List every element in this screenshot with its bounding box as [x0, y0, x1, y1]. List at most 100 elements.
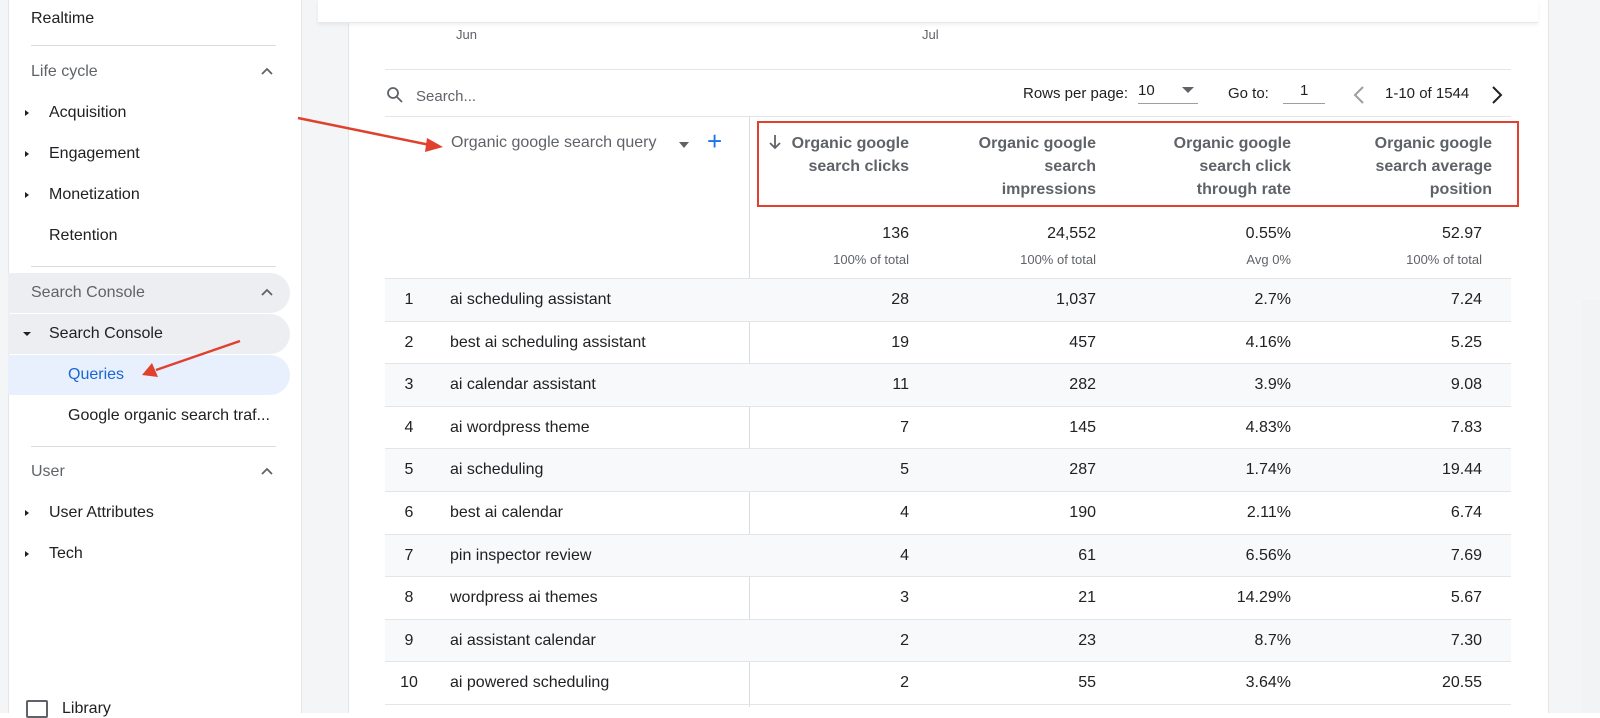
sidebar-divider — [31, 45, 276, 46]
query-cell: ai scheduling — [450, 461, 544, 479]
clicks-cell: 28 — [891, 291, 909, 308]
row-index: 1 — [404, 291, 414, 308]
ctr-cell: 2.7% — [1254, 291, 1291, 308]
sidebar-item-user-attributes[interactable]: User Attributes — [8, 493, 290, 533]
table-row[interactable]: 3 ai calendar assistant 11 282 3.9% 9.08 — [385, 363, 1511, 407]
next-page-icon[interactable] — [1490, 84, 1504, 106]
sidebar-item-acquisition[interactable]: Acquisition — [8, 93, 290, 133]
total-impressions-sub: 100% of total — [1020, 252, 1096, 267]
sidebar-item-engagement[interactable]: Engagement — [8, 134, 290, 174]
total-impressions: 24,552 — [1047, 225, 1096, 242]
table-row[interactable]: 7 pin inspector review 4 61 6.56% 7.69 — [385, 533, 1511, 577]
impressions-cell: 1,037 — [1055, 291, 1096, 308]
ctr-cell: 6.56% — [1245, 546, 1291, 564]
query-cell: pin inspector review — [450, 546, 592, 564]
position-cell: 7.83 — [1450, 418, 1482, 436]
row-index: 8 — [404, 589, 414, 607]
goto-page-input[interactable]: 1 — [1283, 79, 1325, 104]
sidebar-item-label: User Attributes — [49, 504, 154, 521]
clicks-cell: 7 — [900, 418, 909, 436]
position-cell: 5.25 — [1450, 333, 1482, 351]
position-cell: 9.08 — [1450, 376, 1482, 394]
position-cell: 7.69 — [1450, 546, 1482, 564]
search-icon — [387, 87, 403, 103]
table-row[interactable]: 4 ai wordpress theme 7 145 4.83% 7.83 — [385, 405, 1511, 449]
ctr-cell: 3.9% — [1254, 376, 1291, 394]
header-divider — [385, 116, 1511, 117]
clicks-cell: 3 — [900, 589, 909, 607]
query-cell: wordpress ai themes — [450, 589, 598, 607]
expand-arrow-icon — [25, 510, 29, 516]
expand-arrow-icon — [25, 551, 29, 557]
sidebar-item-realtime[interactable]: Realtime — [31, 10, 94, 28]
table-row[interactable]: 1 ai scheduling assistant 28 1,037 2.7% 7.24 — [385, 278, 1511, 321]
sidebar-item-label: Engagement — [49, 145, 140, 162]
total-ctr-sub: Avg 0% — [1246, 252, 1291, 267]
row-index: 10 — [400, 674, 418, 692]
row-index: 6 — [404, 504, 414, 521]
dimension-header[interactable]: Organic google search query — [451, 134, 656, 152]
sidebar-item-google-organic-search-traffic[interactable]: Google organic search traf... — [8, 396, 290, 436]
sidebar-item-monetization[interactable]: Monetization — [8, 175, 290, 215]
table-row[interactable]: 8 wordpress ai themes 3 21 14.29% 5.67 — [385, 576, 1511, 619]
query-cell: best ai scheduling assistant — [450, 333, 646, 351]
query-cell: ai scheduling assistant — [450, 291, 611, 308]
add-dimension-button[interactable]: + — [707, 128, 722, 154]
sidebar-item-retention[interactable]: Retention — [8, 216, 290, 256]
ctr-cell: 1.74% — [1245, 461, 1291, 479]
rows-per-page-value: 10 — [1138, 82, 1155, 99]
sidebar-item-library[interactable]: Library — [26, 700, 111, 718]
chevron-up-icon — [261, 467, 273, 475]
impressions-cell: 61 — [1078, 546, 1096, 564]
impressions-cell: 457 — [1069, 333, 1096, 351]
sidebar: Realtime Life cycle Acquisition Engageme… — [0, 0, 302, 718]
position-cell: 7.30 — [1450, 631, 1482, 649]
row-index: 3 — [404, 376, 414, 394]
section-user-label: User — [31, 463, 65, 480]
expand-arrow-icon — [25, 110, 29, 116]
scrollbar-track[interactable] — [1582, 300, 1600, 713]
search-input[interactable] — [414, 84, 648, 108]
sidebar-item-label: Queries — [68, 366, 125, 383]
clicks-cell: 5 — [900, 461, 909, 479]
row-index: 4 — [404, 418, 414, 436]
total-ctr: 0.55% — [1245, 225, 1291, 242]
sidebar-item-label: Acquisition — [49, 104, 127, 121]
collapse-arrow-icon — [23, 332, 31, 336]
sidebar-item-tech[interactable]: Tech — [8, 534, 290, 574]
table-row[interactable]: 2 best ai scheduling assistant 19 457 4.16% 5… — [385, 320, 1511, 364]
axis-label-jun: Jun — [456, 27, 477, 42]
previous-page-icon[interactable] — [1352, 84, 1366, 106]
goto-page-value: 1 — [1300, 82, 1309, 99]
ctr-cell: 14.29% — [1236, 589, 1291, 607]
section-life-cycle-label: Life cycle — [31, 63, 98, 80]
toolbar-divider — [385, 69, 1511, 70]
chevron-up-icon — [261, 67, 273, 75]
section-search-console[interactable]: Search Console — [8, 273, 290, 313]
sidebar-item-queries[interactable]: Queries — [8, 355, 290, 395]
goto-label: Go to: — [1228, 85, 1269, 102]
sidebar-item-search-console[interactable]: Search Console — [8, 314, 290, 354]
chevron-up-icon — [261, 288, 273, 296]
section-user[interactable]: User — [8, 452, 290, 492]
position-cell: 19.44 — [1441, 461, 1482, 479]
table-row[interactable]: 5 ai scheduling 5 287 1.74% 19.44 — [385, 448, 1511, 492]
row-index: 9 — [404, 631, 414, 649]
table-row[interactable]: 10 ai powered scheduling 2 55 3.64% 20.55 — [385, 661, 1511, 704]
total-clicks: 136 — [882, 225, 909, 242]
table-row[interactable]: 9 ai assistant calendar 2 23 8.7% 7.30 — [385, 618, 1511, 662]
table-row[interactable]: 6 best ai calendar 4 190 2.11% 6.74 — [385, 491, 1511, 534]
total-position-sub: 100% of total — [1406, 252, 1482, 267]
query-cell: best ai calendar — [450, 504, 563, 521]
section-search-console-label: Search Console — [31, 284, 145, 301]
rows-per-page-select[interactable]: 10 — [1138, 79, 1198, 104]
section-life-cycle[interactable]: Life cycle — [8, 52, 290, 92]
dropdown-arrow-icon — [1182, 87, 1194, 93]
position-cell: 20.55 — [1441, 674, 1482, 692]
row-index: 2 — [404, 333, 414, 351]
chart-header-strip — [318, 0, 1538, 23]
dimension-dropdown-icon[interactable] — [679, 142, 689, 148]
position-cell: 6.74 — [1450, 504, 1482, 521]
impressions-cell: 21 — [1078, 589, 1096, 607]
sidebar-divider — [31, 446, 276, 447]
